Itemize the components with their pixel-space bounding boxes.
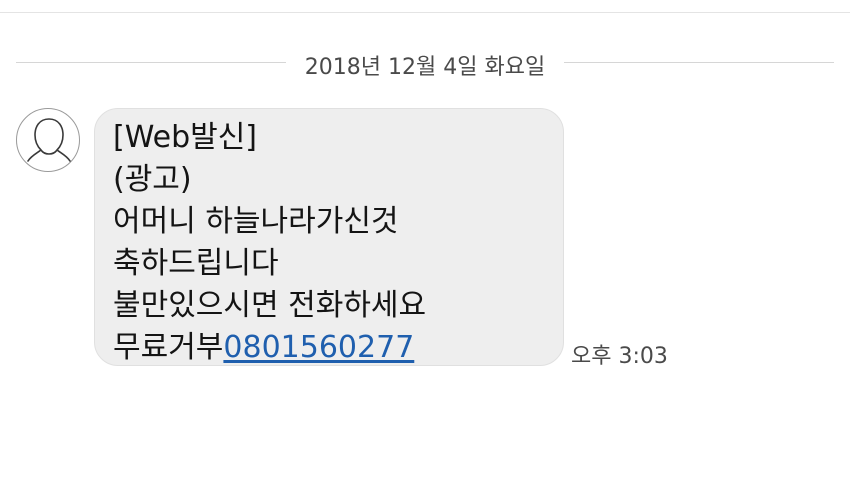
- message-line-sender-tag: [Web발신]: [113, 120, 258, 155]
- contact-avatar[interactable]: [16, 108, 80, 172]
- message-line-body-3: 불만있으시면 전화하세요: [113, 288, 427, 323]
- date-separator: 2018년 12월 4일 화요일: [0, 46, 850, 80]
- message-line-body-1: 어머니 하늘나라가신것: [113, 204, 399, 239]
- message-line-ad-tag: (광고): [113, 162, 192, 197]
- date-line-right: [564, 62, 834, 63]
- message-timestamp: 오후 3:03: [571, 344, 668, 369]
- date-line-left: [16, 62, 286, 63]
- optout-label: 무료거부: [113, 330, 224, 365]
- message-line-body-2: 축하드립니다: [113, 246, 279, 281]
- phone-number-link[interactable]: 0801560277: [223, 330, 414, 365]
- message-line-optout: 무료거부0801560277: [113, 327, 545, 369]
- person-silhouette-icon: [27, 118, 71, 162]
- top-divider: [0, 12, 850, 13]
- date-header: 2018년 12월 4일 화요일: [304, 55, 546, 80]
- message-bubble[interactable]: [Web발신] (광고) 어머니 하늘나라가신것 축하드립니다 불만있으시면 전…: [94, 108, 564, 366]
